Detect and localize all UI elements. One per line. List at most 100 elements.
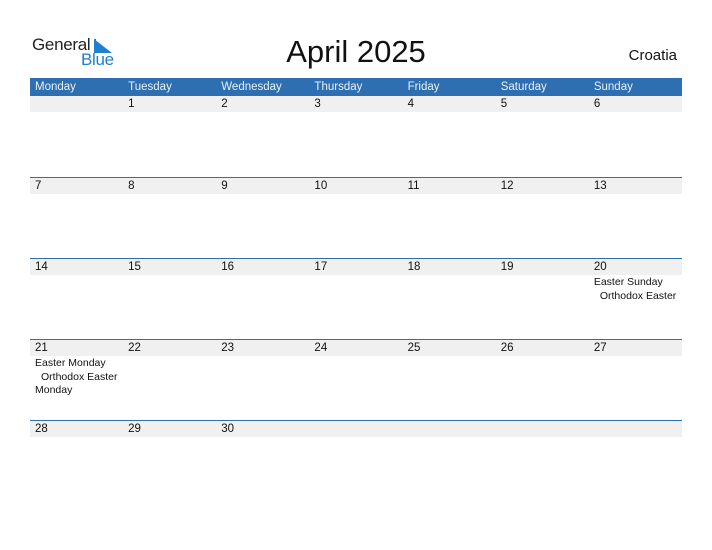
day-events — [30, 194, 123, 195]
day-events: Easter Monday Orthodox Easter Monday — [30, 356, 123, 398]
day-events — [309, 356, 402, 398]
date-strip: 14 15 16 17 18 19 20 — [30, 259, 682, 275]
day-events — [30, 437, 123, 438]
holiday-label: Orthodox Easter — [599, 289, 677, 302]
country-label: Croatia — [628, 47, 677, 64]
day-number: 11 — [407, 180, 420, 192]
day-events — [403, 437, 496, 438]
day-events — [589, 112, 682, 113]
day-number: 3 — [314, 98, 321, 110]
day-number: 8 — [128, 180, 135, 192]
week-row: 14 15 16 17 18 19 20 Easter Sunday Orthodox East… — [30, 258, 682, 339]
day-number: 15 — [128, 261, 141, 273]
holiday-label: Monday — [35, 384, 73, 396]
date-strip: 7 8 9 10 11 12 13 — [30, 178, 682, 194]
day-events — [123, 437, 216, 438]
day-events — [216, 275, 309, 303]
day-events — [403, 112, 496, 113]
day-events — [123, 275, 216, 303]
day-events — [30, 112, 123, 113]
day-number: 25 — [407, 342, 421, 354]
day-events — [496, 437, 589, 438]
day-events — [123, 194, 216, 195]
date-strip: 1 2 3 4 5 6 — [30, 96, 682, 112]
day-events — [496, 194, 589, 195]
day-number: 22 — [128, 342, 141, 354]
weekday-wednesday: Wednesday — [221, 81, 282, 93]
day-events — [496, 112, 589, 113]
day-number: 28 — [35, 423, 48, 435]
day-events — [123, 356, 216, 398]
day-number — [30, 96, 123, 112]
day-number: 5 — [500, 98, 508, 110]
page-title: April 2025 — [286, 34, 426, 69]
day-number: 20 — [593, 261, 607, 273]
day-number: 30 — [221, 423, 235, 435]
day-events — [496, 275, 589, 303]
day-number: 19 — [500, 261, 514, 273]
day-number — [403, 421, 496, 437]
day-events — [403, 275, 496, 303]
day-events: Easter Sunday Orthodox Easter — [589, 275, 682, 303]
day-number: 14 — [35, 261, 48, 273]
day-number: 18 — [407, 261, 421, 273]
date-strip: 28 29 30 — [30, 421, 682, 437]
day-events — [403, 194, 496, 195]
date-strip: 21 22 23 24 25 26 27 — [30, 340, 682, 356]
day-number: 17 — [314, 261, 328, 273]
day-events — [216, 437, 309, 438]
day-events — [589, 437, 682, 438]
day-number: 26 — [500, 342, 514, 354]
day-events — [589, 194, 682, 195]
day-events — [403, 356, 496, 398]
day-number: 10 — [314, 180, 328, 192]
day-number: 23 — [221, 342, 235, 354]
day-number: 21 — [35, 342, 48, 354]
week-row: 7 8 9 10 11 12 13 — [30, 177, 682, 258]
day-number: 1 — [128, 98, 135, 110]
weekday-saturday: Saturday — [500, 81, 547, 93]
day-number: 16 — [221, 261, 235, 273]
day-number: 12 — [500, 180, 514, 192]
day-events — [216, 112, 309, 113]
events-row: Easter Sunday Orthodox Easter — [30, 275, 682, 303]
weekday-tuesday: Tuesday — [128, 81, 172, 93]
day-number: 9 — [221, 180, 228, 192]
day-number: 4 — [407, 98, 414, 110]
day-events — [309, 437, 402, 438]
weekday-thursday: Thursday — [314, 81, 363, 93]
day-number: 7 — [35, 180, 42, 192]
day-number: 6 — [593, 98, 601, 110]
week-row: 21 22 23 24 25 26 27 Easter Monday Orthodox East… — [30, 339, 682, 420]
day-number: 2 — [221, 98, 228, 110]
events-row: Easter Monday Orthodox Easter Monday — [30, 356, 682, 398]
events-row — [30, 194, 682, 195]
day-number: 29 — [128, 423, 141, 435]
calendar-grid: Monday Tuesday Wednesday Thursday Friday Satu… — [30, 78, 682, 501]
day-number — [309, 421, 402, 437]
week-row: 1 2 3 4 5 6 — [30, 96, 682, 177]
holiday-label: Easter Monday — [35, 357, 106, 369]
day-events — [30, 275, 123, 303]
weekday-sunday: Sunday — [593, 81, 633, 93]
day-events — [589, 356, 682, 398]
day-events — [123, 112, 216, 113]
events-row — [30, 437, 682, 438]
weekday-friday: Friday — [407, 81, 440, 93]
day-events — [309, 112, 402, 113]
events-row — [30, 112, 682, 113]
day-events — [216, 356, 309, 398]
holiday-label: Easter Sunday — [593, 276, 663, 288]
day-events — [309, 275, 402, 303]
day-events — [496, 356, 589, 398]
holiday-label: Orthodox Easter — [41, 370, 118, 383]
day-number — [496, 421, 589, 437]
weekday-monday: Monday — [35, 81, 76, 93]
day-number: 24 — [314, 342, 328, 354]
day-number: 13 — [593, 180, 607, 192]
weekday-header: Monday Tuesday Wednesday Thursday Friday Satu… — [30, 78, 682, 96]
week-row: 28 29 30 — [30, 420, 682, 501]
day-number: 27 — [593, 342, 607, 354]
day-events — [309, 194, 402, 195]
day-events — [216, 194, 309, 195]
